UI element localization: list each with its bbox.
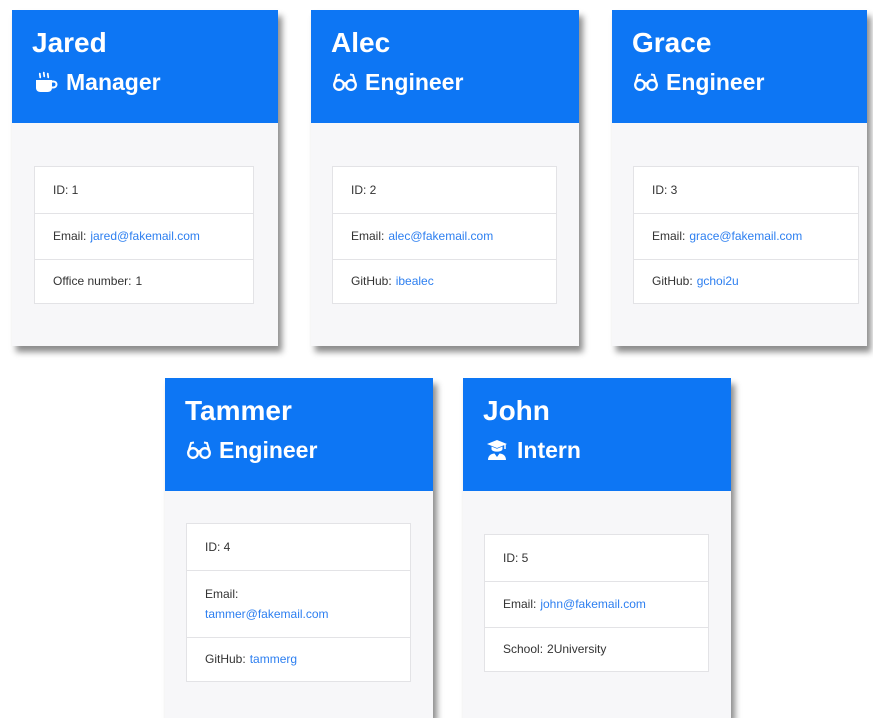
role-label: Engineer <box>666 69 765 95</box>
employee-card-alec: Alec Engineer ID: 2 Email: alec@fakemail… <box>311 10 579 346</box>
role-label: Engineer <box>219 437 318 463</box>
employee-card-jared: Jared Manager ID: 1 Email: jared@fakemai… <box>12 10 278 346</box>
info-list: ID: 3 Email: grace@fakemail.com GitHub: … <box>633 166 859 304</box>
info-list: ID: 2 Email: alec@fakemail.com GitHub: i… <box>332 166 557 304</box>
email-link[interactable]: tammer@fakemail.com <box>205 606 329 623</box>
employee-role: Engineer <box>331 68 559 96</box>
github-item: GitHub: ibealec <box>333 259 556 303</box>
card-header: Alec Engineer <box>311 10 579 123</box>
email-label: Email: <box>503 597 537 611</box>
glasses-icon <box>185 438 213 462</box>
github-label: GitHub: <box>205 652 246 666</box>
employee-card-john: John Intern ID: 5 Email: john@fakemail.c… <box>463 378 731 718</box>
card-header: John Intern <box>463 378 731 491</box>
github-label: GitHub: <box>652 274 693 288</box>
school-value: 2University <box>547 642 607 656</box>
role-label: Intern <box>517 437 581 463</box>
id-item: ID: 5 <box>503 550 529 565</box>
email-item: Email: jared@fakemail.com <box>35 213 253 259</box>
id-item: ID: 1 <box>53 182 79 197</box>
info-list: ID: 5 Email: john@fakemail.com School: 2… <box>484 534 709 672</box>
email-link[interactable]: alec@fakemail.com <box>388 228 493 245</box>
github-link[interactable]: ibealec <box>396 273 434 290</box>
employee-card-grace: Grace Engineer ID: 3 Email: grace@fakema… <box>612 10 867 346</box>
email-link[interactable]: grace@fakemail.com <box>689 228 802 245</box>
info-list: ID: 1 Email: jared@fakemail.com Office n… <box>34 166 254 304</box>
info-list: ID: 4 Email: tammer@fakemail.com GitHub:… <box>186 523 411 682</box>
graduate-icon <box>483 438 511 462</box>
employee-role: Engineer <box>185 436 413 464</box>
card-header: Jared Manager <box>12 10 278 123</box>
email-label: Email: <box>351 229 385 243</box>
email-label: Email: <box>53 229 87 243</box>
employee-name: Alec <box>331 27 391 58</box>
id-item: ID: 3 <box>652 182 678 197</box>
school-label: School: <box>503 642 544 656</box>
office-number-item: Office number: 1 <box>35 259 253 303</box>
employee-role: Engineer <box>632 68 847 96</box>
role-label: Manager <box>66 69 161 95</box>
id-item: ID: 2 <box>351 182 377 197</box>
email-item: Email: grace@fakemail.com <box>634 213 858 259</box>
email-item: Email: alec@fakemail.com <box>333 213 556 259</box>
email-label: Email: <box>652 229 686 243</box>
email-link[interactable]: john@fakemail.com <box>540 596 646 613</box>
glasses-icon <box>331 70 359 94</box>
office-number-value: 1 <box>135 274 143 288</box>
glasses-icon <box>632 70 660 94</box>
email-item: Email: tammer@fakemail.com <box>187 570 410 637</box>
employee-name: Grace <box>632 27 712 58</box>
email-label: Email: <box>205 586 239 601</box>
github-item: GitHub: tammerg <box>187 637 410 681</box>
github-link[interactable]: gchoi2u <box>697 273 739 290</box>
employee-card-tammer: Tammer Engineer ID: 4 Email: tammer@fake… <box>165 378 433 718</box>
employee-name: Jared <box>32 27 107 58</box>
github-item: GitHub: gchoi2u <box>634 259 858 303</box>
employee-name: Tammer <box>185 395 292 426</box>
email-item: Email: john@fakemail.com <box>485 581 708 627</box>
mug-icon <box>32 70 60 94</box>
employee-role: Intern <box>483 436 711 464</box>
role-label: Engineer <box>365 69 464 95</box>
office-number-label: Office number: <box>53 274 132 288</box>
email-link[interactable]: jared@fakemail.com <box>90 228 200 245</box>
id-item: ID: 4 <box>205 539 231 554</box>
card-header: Tammer Engineer <box>165 378 433 491</box>
school-item: School: 2University <box>485 627 708 671</box>
card-header: Grace Engineer <box>612 10 867 123</box>
github-link[interactable]: tammerg <box>250 651 297 668</box>
employee-name: John <box>483 395 550 426</box>
employee-role: Manager <box>32 68 258 96</box>
github-label: GitHub: <box>351 274 392 288</box>
